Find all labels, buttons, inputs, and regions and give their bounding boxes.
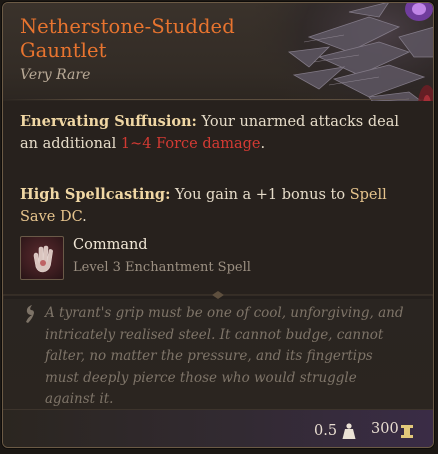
command-spell-icon[interactable] — [20, 236, 64, 280]
item-rarity: Very Rare — [20, 67, 91, 83]
effect-text: You gain a +1 bonus to — [170, 187, 350, 203]
damage-link[interactable]: 1~4 Force damage — [121, 136, 261, 152]
effect-name: Enervating Suffusion: — [20, 113, 197, 130]
item-tooltip: Netherstone-Studded Gauntlet Very Rare E… — [2, 2, 434, 448]
gold-coin-icon — [401, 425, 413, 438]
effect-enervating-suffusion: Enervating Suffusion: Your unarmed attac… — [20, 111, 420, 155]
tooltip-footer — [3, 409, 433, 447]
spell-name: Command — [73, 237, 148, 253]
header-divider — [3, 99, 433, 100]
effect-high-spellcasting: High Spellcasting: You gain a +1 bonus t… — [20, 184, 420, 228]
lore-text: A tyrant's grip must be one of cool, unf… — [45, 305, 404, 407]
item-title: Netherstone-Studded Gauntlet — [20, 15, 235, 62]
quote-icon — [26, 305, 34, 323]
weight-icon — [342, 423, 356, 439]
section-divider — [3, 291, 433, 299]
open-palm-icon — [33, 245, 53, 273]
spell-level: Level 3 Enchantment Spell — [73, 260, 251, 275]
effect-text-end: . — [82, 209, 87, 225]
item-weight: 0.5 — [314, 423, 338, 439]
item-price: 300 — [371, 421, 399, 437]
effect-name: High Spellcasting: — [20, 186, 171, 203]
effect-text-end: . — [260, 136, 266, 152]
